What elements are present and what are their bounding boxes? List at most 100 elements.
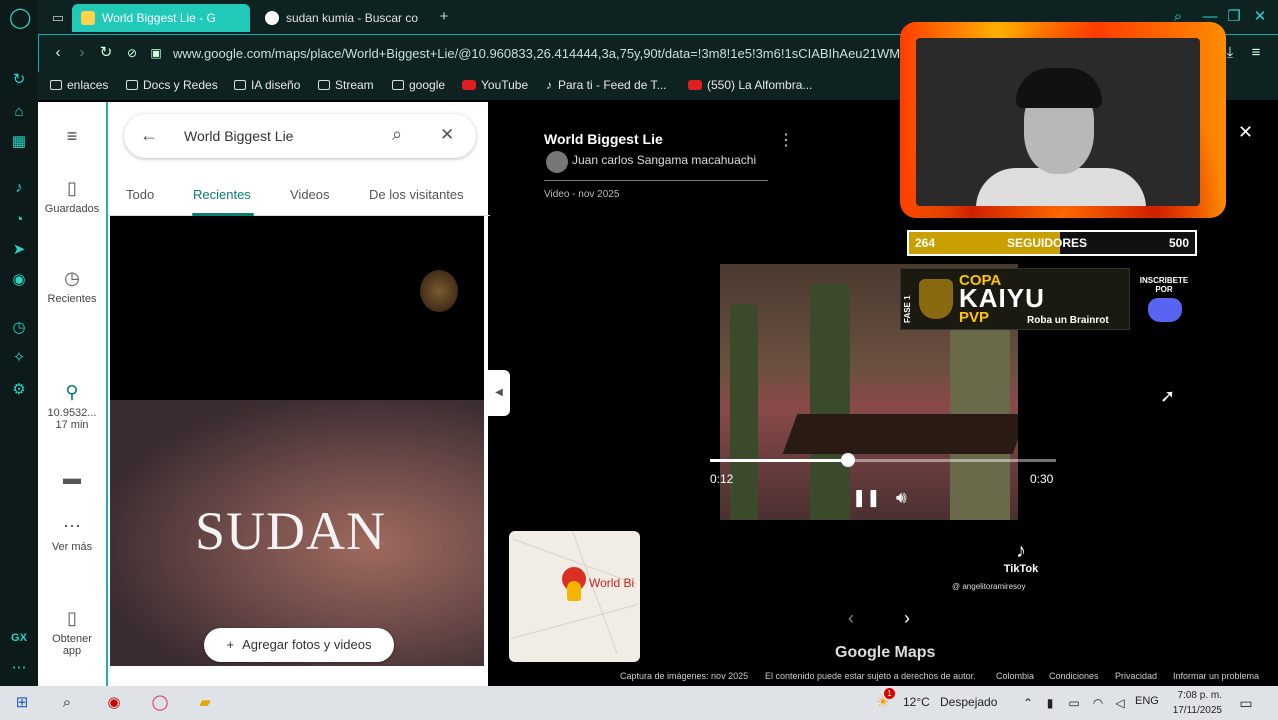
taskbar-search-icon[interactable]: ⌕ [57, 693, 77, 713]
rail-walk[interactable]: ⚲ 10.9532... 17 min [38, 382, 106, 431]
maximize-icon[interactable]: ❐ [1224, 7, 1244, 27]
history-icon[interactable]: ◷ [9, 318, 29, 338]
inscribete-label: INSCRIBETE POR [1139, 276, 1189, 294]
url-field[interactable]: www.google.com/maps/place/World+Biggest+… [173, 46, 913, 61]
search-icon[interactable]: ⌕ [392, 124, 402, 145]
video-frame-image: SUDAN [110, 400, 484, 666]
windows-start-icon[interactable]: ⊞ [12, 693, 32, 713]
bookmark-youtube[interactable]: YouTube [462, 78, 528, 92]
forward-icon[interactable]: › [73, 44, 91, 62]
viewer-author[interactable]: Juan carlos Sangama macahuachi [572, 153, 756, 167]
file-explorer-icon[interactable]: ▰ [195, 693, 215, 713]
google-maps-logo: Google Maps [835, 644, 936, 661]
car-icon: ▬ [63, 468, 81, 488]
close-viewer-icon[interactable]: ✕ [1238, 122, 1253, 143]
tab-label: sudan kumia - Buscar co [286, 11, 419, 25]
lock-icon[interactable]: ▣ [147, 44, 165, 62]
discord-sidebar-icon[interactable]: ◉ [9, 270, 29, 290]
rail-car[interactable]: ▬ [38, 468, 106, 493]
opera-sidebar: ◯ ↻ ⌂ ▦ ♪ ◔ ➤ ◉ ◷ ✧ ⚙ GX ⋯ [0, 0, 38, 686]
volume-icon[interactable]: 🔊︎ [896, 488, 907, 508]
bookmark-ia[interactable]: IA diseño [234, 78, 300, 92]
mini-map[interactable]: World Bi [509, 531, 640, 662]
notifications-icon[interactable]: ▭ [1236, 693, 1256, 713]
footer-terms[interactable]: Condiciones [1049, 671, 1099, 681]
microphone-icon[interactable]: ▮ [1040, 693, 1060, 713]
folder-icon [234, 80, 246, 90]
tray-chevron-icon[interactable]: ⌃ [1018, 693, 1038, 713]
pause-icon[interactable]: ❚❚ [852, 488, 881, 508]
maps-menu-icon[interactable]: ≡ [38, 126, 106, 147]
bookmark-alfombra[interactable]: (550) La Alfombra... [688, 78, 812, 92]
rail-more[interactable]: ⋯ Ver más [38, 516, 106, 553]
privacy-icon[interactable]: ⊘ [123, 44, 141, 62]
banner-subtitle: Roba un Brainrot [1027, 315, 1109, 326]
menu-icon[interactable]: ≡ [1247, 44, 1265, 62]
footer-report[interactable]: Informar un problema [1173, 671, 1259, 681]
bookmark-docs[interactable]: Docs y Redes [126, 78, 218, 92]
mini-map-label: World Bi [589, 576, 635, 590]
close-icon[interactable]: ✕ [440, 125, 454, 145]
maps-rail: ≡ ▯ Guardados ◷ Recientes ⚲ 10.9532... 1… [38, 102, 106, 686]
bookmark-google[interactable]: google [392, 78, 445, 92]
plus-icon: + [226, 637, 235, 652]
rail-saved[interactable]: ▯ Guardados [38, 178, 106, 215]
rail-get-app[interactable]: ▯ Obtener app [38, 608, 106, 657]
figure [810, 284, 850, 520]
prev-arrow-icon[interactable]: ‹ [848, 608, 854, 629]
opera-app-icon[interactable]: ◯ [150, 693, 170, 713]
language-indicator[interactable]: ENG [1135, 695, 1159, 707]
puzzle-icon[interactable]: ✧ [9, 348, 29, 368]
bookmark-stream[interactable]: Stream [318, 78, 374, 92]
aria-icon[interactable]: ↻ [9, 70, 29, 90]
gallery-icon[interactable]: ▦ [9, 132, 29, 152]
bookmark-tiktok[interactable]: ♪ Para ti - Feed de T... [546, 78, 667, 92]
bookmark-enlaces[interactable]: enlaces [50, 78, 108, 92]
new-tab-button[interactable]: + [434, 7, 454, 27]
wifi-icon[interactable]: ◠ [1088, 693, 1108, 713]
battery-icon[interactable]: ▭ [1064, 693, 1084, 713]
tab-search[interactable]: sudan kumia - Buscar co [256, 4, 426, 32]
more-options-icon[interactable]: ⋮ [778, 130, 794, 150]
video-thumbnail[interactable]: SUDAN [110, 216, 484, 666]
whatsapp-icon[interactable]: ◔ [9, 210, 29, 230]
clock[interactable]: 7:08 p. m. 17/11/2025 [1170, 688, 1222, 718]
tab-visitantes[interactable]: De los visitantes [369, 187, 464, 202]
gx-icon[interactable]: GX [9, 628, 29, 648]
close-window-icon[interactable]: ✕ [1250, 7, 1270, 27]
folder-icon [50, 80, 62, 90]
tiktok-sidebar-icon[interactable]: ♪ [9, 178, 29, 198]
opera-logo-icon[interactable]: ◯ [9, 8, 31, 28]
reload-icon[interactable]: ↻ [97, 44, 115, 62]
collapse-panel-button[interactable]: ◀ [488, 370, 510, 416]
tab-recientes[interactable]: Recientes [193, 187, 251, 202]
more-icon[interactable]: ⋯ [9, 658, 29, 678]
settings-icon[interactable]: ⚙ [9, 380, 29, 400]
tab-videos[interactable]: Videos [290, 187, 330, 202]
footer-privacy[interactable]: Privacidad [1115, 671, 1157, 681]
search-input[interactable]: World Biggest Lie [184, 128, 293, 144]
streamer-cap [1016, 68, 1102, 108]
footer-country[interactable]: Colombia [996, 671, 1034, 681]
telegram-icon[interactable]: ➤ [9, 240, 29, 260]
next-arrow-icon[interactable]: › [904, 608, 910, 629]
google-favicon-icon [265, 11, 279, 25]
opera-gx-app-icon[interactable]: ◉ [104, 693, 124, 713]
progress-fill [710, 459, 849, 462]
divider [544, 180, 768, 181]
followers-current: 264 [915, 236, 936, 250]
extensions-icon[interactable]: ⌂ [9, 102, 29, 122]
back-arrow-icon[interactable]: ← [140, 125, 158, 146]
workspace-icon[interactable]: ▭ [48, 8, 68, 28]
followers-label: SEGUIDORES [1007, 236, 1088, 250]
author-avatar [546, 151, 568, 173]
footer-copyright: El contenido puede estar sujeto a derech… [765, 671, 976, 681]
webcam-video [916, 38, 1200, 206]
speaker-icon[interactable]: ◁ [1110, 693, 1130, 713]
add-photos-button[interactable]: + Agregar fotos y videos [204, 628, 394, 662]
search-box[interactable]: ← World Biggest Lie ⌕ ✕ [124, 114, 476, 158]
tab-todo[interactable]: Todo [126, 187, 154, 202]
rail-recent[interactable]: ◷ Recientes [38, 268, 106, 305]
back-icon[interactable]: ‹ [49, 44, 67, 62]
tab-maps[interactable]: World Biggest Lie - G [72, 4, 250, 32]
